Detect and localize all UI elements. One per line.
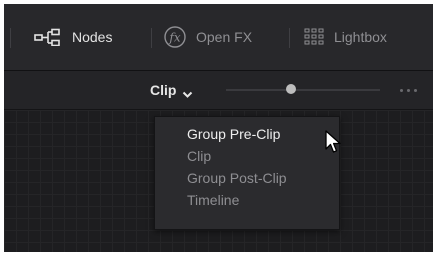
menu-item-timeline[interactable]: Timeline <box>155 189 339 211</box>
mode-dropdown[interactable]: Clip <box>150 80 193 100</box>
menu-item-label: Group Pre-Clip <box>187 126 281 142</box>
node-editor-header: Clip <box>4 71 433 110</box>
grid-icon <box>304 28 324 46</box>
page-toolbar: Nodes fx Open FX Lightbox <box>4 4 433 71</box>
nodes-label: Nodes <box>72 29 113 45</box>
more-dots-icon[interactable] <box>400 81 432 99</box>
mouse-pointer-icon <box>325 130 343 156</box>
lightbox-label: Lightbox <box>334 29 387 45</box>
svg-text:fx: fx <box>168 31 180 45</box>
mode-dropdown-label: Clip <box>150 82 177 98</box>
node-editor-panel: Nodes fx Open FX Lightbox Clip Group Pre… <box>4 4 433 252</box>
zoom-slider-handle[interactable] <box>286 84 296 94</box>
fx-icon: fx <box>164 26 186 48</box>
open-fx-button[interactable]: fx Open FX <box>164 4 252 70</box>
menu-item-group-post-clip[interactable]: Group Post-Clip <box>155 167 339 189</box>
chevron-down-icon <box>182 86 193 98</box>
menu-item-clip[interactable]: Clip <box>155 145 339 167</box>
menu-item-label: Clip <box>187 148 212 164</box>
zoom-slider-track[interactable] <box>226 89 380 91</box>
node-graph-icon <box>34 28 64 47</box>
mode-dropdown-menu: Group Pre-Clip Clip Group Post-Clip Time… <box>154 116 340 230</box>
open-fx-label: Open FX <box>196 29 253 45</box>
toolbar-divider <box>289 28 290 48</box>
toolbar-divider <box>151 28 152 48</box>
lightbox-button[interactable]: Lightbox <box>304 4 387 70</box>
menu-item-group-pre-clip[interactable]: Group Pre-Clip <box>155 123 339 145</box>
menu-item-label: Timeline <box>187 192 240 208</box>
toolbar-divider <box>10 28 11 48</box>
nodes-button[interactable]: Nodes <box>34 4 112 70</box>
menu-item-label: Group Post-Clip <box>187 170 287 186</box>
